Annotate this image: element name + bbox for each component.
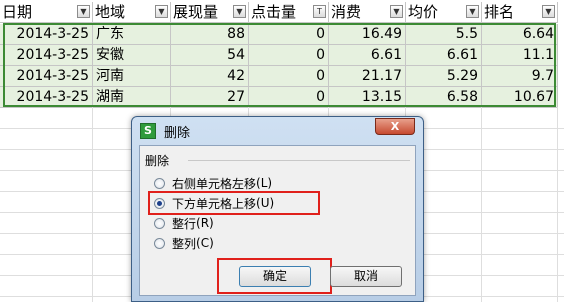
radio-button[interactable] [154, 177, 165, 189]
cell-cost[interactable]: 21.17 [329, 66, 406, 87]
option-entire-row[interactable]: 整行 (R) [154, 214, 214, 232]
radio-button-selected[interactable] [154, 197, 165, 209]
cell-cost[interactable]: 13.15 [329, 87, 406, 108]
cell-region[interactable]: 河南 [93, 66, 171, 87]
header-row: 日期 ▼ 地域 ▼ 展现量 ▼ 点击量 T 消费 ▼ 均价 ▼ 排名 ▼ [0, 2, 558, 23]
cell-rank[interactable]: 10.67 [482, 87, 558, 108]
cell-cost[interactable]: 6.61 [329, 45, 406, 66]
option-hotkey: (U) [256, 196, 275, 210]
delete-dialog: S 删除 X 删除 右侧单元格左移 (L) 下方单元格上移 (U) 整行 (R)… [131, 116, 424, 302]
cell-clicks[interactable]: 0 [249, 24, 329, 45]
cancel-button[interactable]: 取消 [330, 266, 402, 287]
table-row[interactable]: 2014-3-25 湖南 27 0 13.15 6.58 10.67 [0, 87, 558, 108]
table-row[interactable]: 2014-3-25 安徽 54 0 6.61 6.61 11.1 [0, 45, 558, 66]
cell-date[interactable]: 2014-3-25 [0, 45, 93, 66]
filter-dropdown-icon[interactable]: ▼ [466, 5, 479, 18]
header-impressions-label: 展现量 [173, 3, 219, 21]
cell-impressions[interactable]: 42 [171, 66, 249, 87]
cell-avg-price[interactable]: 5.29 [406, 66, 482, 87]
option-label: 右侧单元格左移 [172, 176, 257, 191]
group-label: 删除 [145, 152, 173, 169]
table-row[interactable]: 2014-3-25 河南 42 0 21.17 5.29 9.7 [0, 66, 558, 87]
cell-clicks[interactable]: 0 [249, 66, 329, 87]
header-rank-label: 排名 [484, 3, 515, 21]
cell-avg-price[interactable]: 6.58 [406, 87, 482, 108]
header-date-label: 日期 [2, 3, 33, 21]
cell-date[interactable]: 2014-3-25 [0, 66, 93, 87]
cell-clicks[interactable]: 0 [249, 87, 329, 108]
cell-region[interactable]: 湖南 [93, 87, 171, 108]
grid-line [481, 107, 482, 302]
cell-clicks[interactable]: 0 [249, 45, 329, 66]
grid-line [557, 107, 558, 302]
cell-region[interactable]: 安徽 [93, 45, 171, 66]
option-shift-left[interactable]: 右侧单元格左移 (L) [154, 174, 272, 192]
close-button[interactable]: X [375, 118, 415, 135]
cell-rank[interactable]: 11.1 [482, 45, 558, 66]
cell-region[interactable]: 广东 [93, 24, 171, 45]
option-label: 整行 [172, 216, 197, 231]
cell-rank[interactable]: 6.64 [482, 24, 558, 45]
cell-avg-price[interactable]: 5.5 [406, 24, 482, 45]
wps-app-icon: S [140, 123, 156, 139]
option-entire-column[interactable]: 整列 (C) [154, 234, 214, 252]
option-label: 整列 [172, 236, 197, 251]
header-cost: 消费 ▼ [329, 2, 406, 23]
grid-line [92, 107, 93, 302]
header-clicks-label: 点击量 [251, 3, 297, 21]
header-region-label: 地域 [95, 3, 126, 21]
option-label: 下方单元格上移 [172, 196, 257, 211]
cell-impressions[interactable]: 54 [171, 45, 249, 66]
radio-button[interactable] [154, 217, 165, 229]
filter-dropdown-icon[interactable]: ▼ [77, 5, 90, 18]
group-divider [188, 160, 410, 161]
header-impressions: 展现量 ▼ [171, 2, 249, 23]
option-hotkey: (C) [196, 236, 214, 250]
filter-dropdown-icon[interactable]: ▼ [155, 5, 168, 18]
dialog-body: 删除 右侧单元格左移 (L) 下方单元格上移 (U) 整行 (R) 整列 (C)… [139, 145, 416, 296]
header-avg-price: 均价 ▼ [406, 2, 482, 23]
filter-dropdown-icon[interactable]: ▼ [390, 5, 403, 18]
filter-dropdown-icon[interactable]: ▼ [542, 5, 555, 18]
header-rank: 排名 ▼ [482, 2, 558, 23]
cell-impressions[interactable]: 27 [171, 87, 249, 108]
header-date: 日期 ▼ [0, 2, 93, 23]
ok-button[interactable]: 确定 [239, 266, 311, 287]
filter-active-icon[interactable]: T [313, 5, 326, 18]
dialog-title: 删除 [164, 126, 191, 141]
cell-date[interactable]: 2014-3-25 [0, 87, 93, 108]
cell-cost[interactable]: 16.49 [329, 24, 406, 45]
header-avg-price-label: 均价 [408, 3, 439, 21]
cell-rank[interactable]: 9.7 [482, 66, 558, 87]
header-cost-label: 消费 [331, 3, 362, 21]
filter-dropdown-icon[interactable]: ▼ [233, 5, 246, 18]
option-hotkey: (L) [256, 176, 273, 190]
cell-impressions[interactable]: 88 [171, 24, 249, 45]
header-region: 地域 ▼ [93, 2, 171, 23]
table-row[interactable]: 2014-3-25 广东 88 0 16.49 5.5 6.64 [0, 24, 558, 45]
header-clicks: 点击量 T [249, 2, 329, 23]
dialog-title-bar[interactable]: S 删除 X [132, 117, 423, 145]
cell-avg-price[interactable]: 6.61 [406, 45, 482, 66]
option-shift-up[interactable]: 下方单元格上移 (U) [154, 194, 274, 212]
radio-button[interactable] [154, 237, 165, 249]
cell-date[interactable]: 2014-3-25 [0, 24, 93, 45]
option-hotkey: (R) [196, 216, 214, 230]
